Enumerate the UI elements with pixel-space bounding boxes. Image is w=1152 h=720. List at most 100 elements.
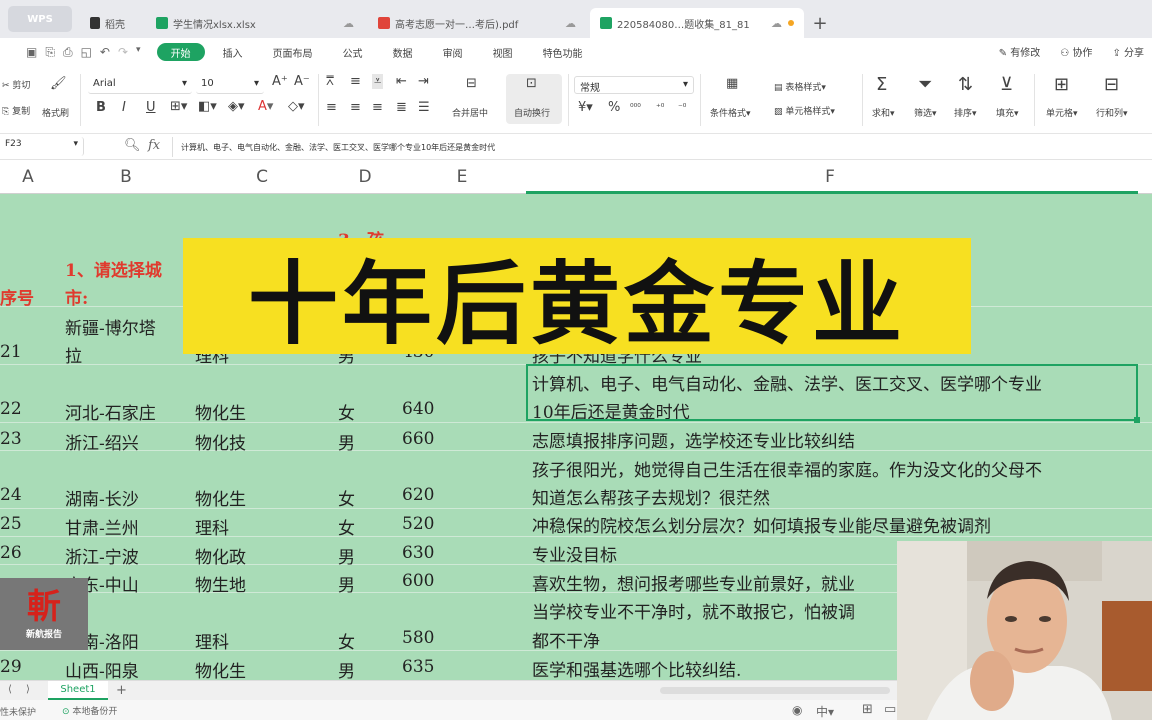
cell-no[interactable]: 29 xyxy=(0,657,22,677)
cell-no[interactable]: 23 xyxy=(0,429,22,449)
cell-question[interactable]: 孩子很阳光，她觉得自己生活在很幸福的家庭。作为没文化的父母不 xyxy=(532,456,1042,481)
copy-button[interactable]: ⎘ 复制 xyxy=(2,104,30,117)
bold-button[interactable]: B xyxy=(96,100,106,115)
tab-student-xlsx[interactable]: 学生情况xlsx.xlsx ☁ xyxy=(146,8,364,38)
sort-button[interactable]: 排序▾ xyxy=(954,106,977,119)
cloud-icon[interactable]: ☁ xyxy=(565,17,576,30)
cell-question[interactable]: 喜欢生物，想问报考哪些专业前景好，就业 xyxy=(532,570,855,595)
percent-icon[interactable]: % xyxy=(608,100,620,115)
normal-view-icon[interactable]: ⊞ xyxy=(862,702,873,717)
sum-icon[interactable]: Σ xyxy=(876,74,887,95)
tab-docer[interactable]: 稻壳 xyxy=(80,8,142,38)
currency-icon[interactable]: ¥▾ xyxy=(578,100,593,115)
cell-no[interactable]: 24 xyxy=(0,485,22,505)
cell-question[interactable]: 当学校专业不干净时，就不敢报它，怕被调 xyxy=(532,598,855,623)
cell-question[interactable]: 志愿填报排序问题，选学校还专业比较纠结 xyxy=(532,427,855,452)
indent-right-icon[interactable]: ⇥ xyxy=(418,74,429,89)
tab-active-sheet[interactable]: 220584080…题收集_81_81 ☁ xyxy=(590,8,804,38)
nav-last-icon[interactable]: ⟩ xyxy=(26,684,30,695)
tab-pdf[interactable]: 高考志愿一对一…考后).pdf ☁ xyxy=(368,8,586,38)
cell-city[interactable]: 浙江-宁波 xyxy=(65,543,139,568)
cloud-icon[interactable]: ☁ xyxy=(343,17,354,30)
column-header-b[interactable]: B xyxy=(111,167,141,187)
eye-protect-icon[interactable]: ◉ xyxy=(792,703,802,717)
cell-question[interactable]: 知道怎么帮孩子去规划？很茫然 xyxy=(532,484,770,509)
cell-sex[interactable]: 女 xyxy=(338,514,355,539)
cloud-icon[interactable]: ☁ xyxy=(771,17,782,30)
backup-status[interactable]: ⊙ 本地备份开 xyxy=(62,704,117,717)
menu-formula[interactable]: 公式 xyxy=(331,43,375,61)
clear-format-icon[interactable]: ◇▾ xyxy=(288,99,305,114)
new-tab-button[interactable]: + xyxy=(808,8,832,38)
column-header-d[interactable]: D xyxy=(350,167,380,187)
save-icon[interactable]: ▣ xyxy=(26,45,37,60)
page-layout-view-icon[interactable]: ▭ xyxy=(884,702,896,717)
border-icon[interactable]: ⊞▾ xyxy=(170,99,187,114)
align-middle-icon[interactable]: ≡ xyxy=(350,74,361,89)
increase-decimal-icon[interactable]: ⁺⁰ xyxy=(656,103,664,113)
column-header-a[interactable]: A xyxy=(13,167,43,187)
font-family-select[interactable]: Arial ▾ xyxy=(88,76,192,94)
redo-icon[interactable]: ↷ xyxy=(118,45,128,60)
column-header-c[interactable]: C xyxy=(247,167,277,187)
share-button[interactable]: ⇪ 分享 xyxy=(1112,44,1144,59)
cell-subject[interactable]: 物化生 xyxy=(195,657,246,680)
cell-city[interactable]: 浙江-绍兴 xyxy=(65,429,139,454)
cell-sex[interactable]: 男 xyxy=(338,429,355,454)
cell-score[interactable]: 520 xyxy=(402,514,434,534)
cell-style-button[interactable]: ▨ 单元格样式▾ xyxy=(774,104,835,117)
shape-icon[interactable]: ◧▾ xyxy=(198,99,217,114)
cell-question[interactable]: 都不干净 xyxy=(532,627,600,652)
export-icon[interactable]: ⎘ xyxy=(45,45,55,60)
font-color-icon[interactable]: A▾ xyxy=(258,99,273,114)
row-col-icon[interactable]: ⊟ xyxy=(1104,74,1119,95)
menu-review[interactable]: 审阅 xyxy=(431,43,475,61)
cell-score[interactable]: 620 xyxy=(402,485,434,505)
cell-score[interactable]: 600 xyxy=(402,571,434,591)
align-bottom-icon[interactable]: ⩡ xyxy=(372,74,384,89)
fill-button[interactable]: 填充▾ xyxy=(996,106,1019,119)
preview-icon[interactable]: ◱ xyxy=(81,45,92,60)
filter-button[interactable]: 筛选▾ xyxy=(914,106,937,119)
chevron-down-icon[interactable]: ▾ xyxy=(136,45,141,60)
filter-icon[interactable]: ⏷ xyxy=(918,74,932,95)
cell-no[interactable]: 21 xyxy=(0,342,22,362)
cell-city[interactable]: 拉 xyxy=(65,342,82,367)
cell-no[interactable]: 26 xyxy=(0,543,22,563)
cell-sex[interactable]: 男 xyxy=(338,657,355,680)
justify-icon[interactable]: ≣ xyxy=(396,100,407,115)
cell-sex[interactable]: 男 xyxy=(338,571,355,596)
cell-no[interactable]: 25 xyxy=(0,514,22,534)
sum-button[interactable]: 求和▾ xyxy=(872,106,895,119)
undo-icon[interactable]: ↶ xyxy=(100,45,110,60)
cell-score[interactable]: 580 xyxy=(402,628,434,648)
add-sheet-button[interactable]: + xyxy=(116,683,127,698)
decrease-decimal-icon[interactable]: ⁻⁰ xyxy=(678,103,686,113)
cell-question[interactable]: 冲稳保的院校怎么划分层次？如何填报专业能尽量避免被调剂 xyxy=(532,512,991,537)
cell-subject[interactable]: 物化生 xyxy=(195,399,246,424)
cell-score[interactable]: 630 xyxy=(402,543,434,563)
column-header-e[interactable]: E xyxy=(447,167,477,187)
fill-color-icon[interactable]: ◈▾ xyxy=(228,99,245,114)
thousands-icon[interactable]: ⁰⁰⁰ xyxy=(630,103,641,113)
cell-subject[interactable]: 理科 xyxy=(195,514,229,539)
underline-button[interactable]: U xyxy=(146,100,156,115)
wrap-text-button[interactable]: ⊡ 自动换行 xyxy=(506,74,562,124)
cell-subject[interactable]: 物化生 xyxy=(195,485,246,510)
print-icon[interactable]: ⎙ xyxy=(63,45,73,60)
cell-icon[interactable]: ⊞ xyxy=(1054,74,1069,95)
cell-sex[interactable]: 女 xyxy=(338,628,355,653)
align-left-icon[interactable]: ≡ xyxy=(326,100,337,115)
menu-page-layout[interactable]: 页面布局 xyxy=(261,43,325,61)
increase-font-icon[interactable]: A⁺ xyxy=(272,74,288,89)
cell-sex[interactable]: 女 xyxy=(338,485,355,510)
menu-data[interactable]: 数据 xyxy=(381,43,425,61)
align-right-icon[interactable]: ≡ xyxy=(372,100,383,115)
merge-center-label[interactable]: 合并居中 xyxy=(452,106,488,119)
cell-subject[interactable]: 物化技 xyxy=(195,429,246,454)
align-center-icon[interactable]: ≡ xyxy=(350,100,361,115)
menu-insert[interactable]: 插入 xyxy=(211,43,255,61)
formula-input[interactable]: 计算机、电子、电气自动化、金融、法学、医工交叉、医学哪个专业10年后还是黄金时代 xyxy=(172,137,1148,157)
zoom-search-icon[interactable]: 🔍︎ xyxy=(124,138,141,153)
column-header-f[interactable]: F xyxy=(815,167,845,187)
